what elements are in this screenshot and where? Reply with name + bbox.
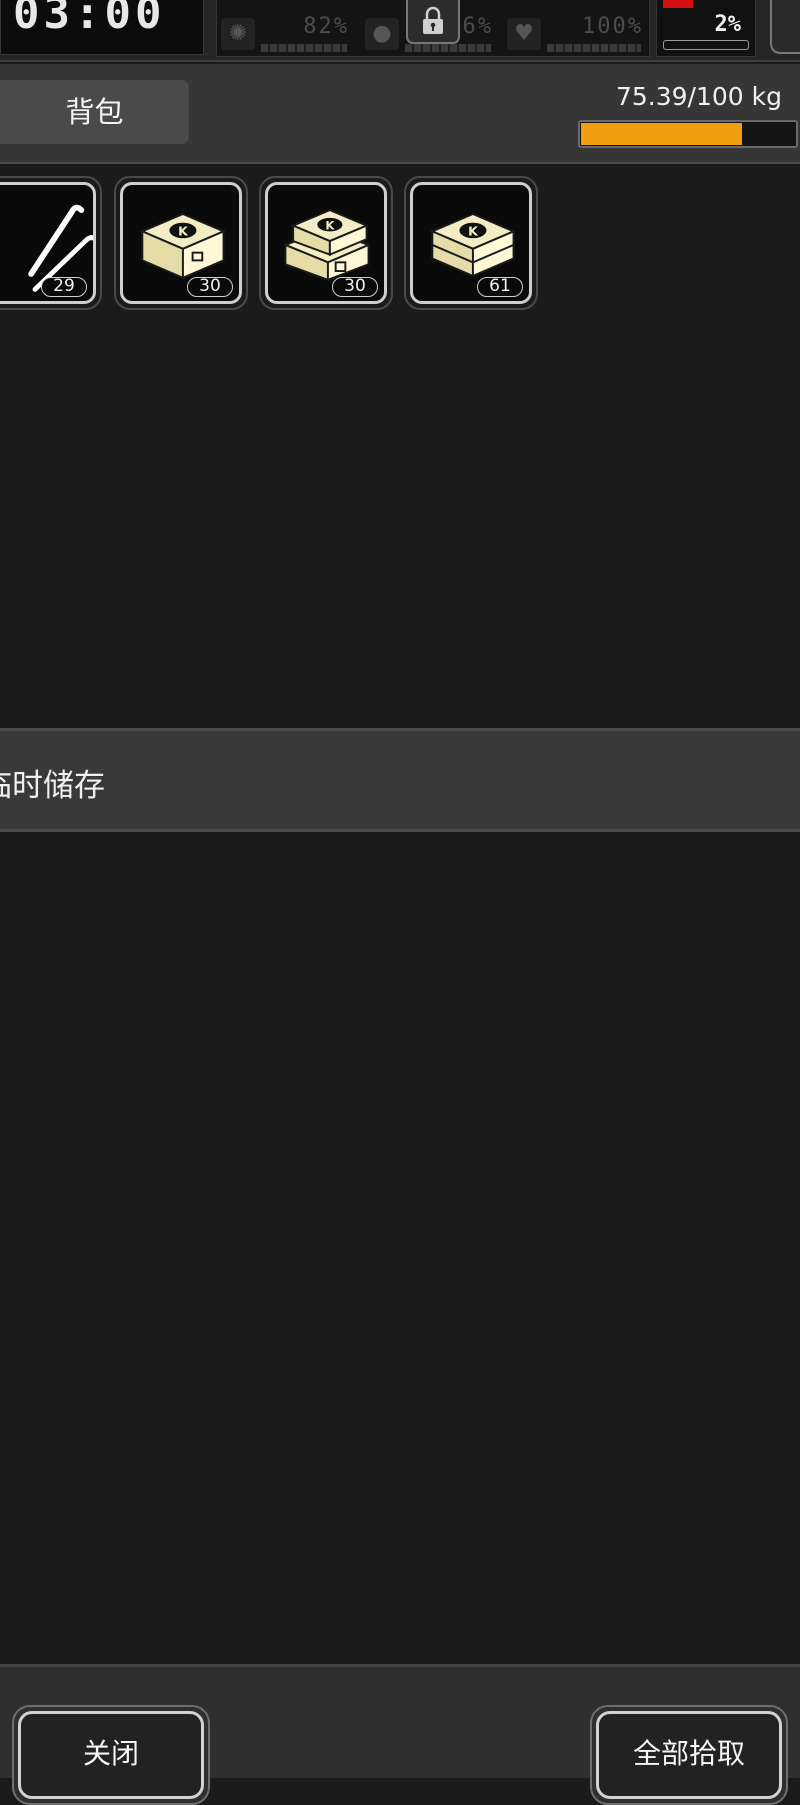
stat-value: 6% — [462, 14, 493, 39]
backpack-item-grid: 29 K 30 K 30 K 61 — [0, 164, 800, 728]
clock-text: 03:00 — [13, 0, 166, 39]
footer-bar: 关闭 全部拾取 — [0, 1664, 800, 1805]
stat-bar — [547, 44, 641, 52]
stat-bar — [405, 44, 491, 52]
stat-value: 82% — [303, 14, 349, 39]
clock-display: 03:00 — [0, 0, 204, 55]
item-slot[interactable]: K 61 — [404, 176, 538, 310]
item-slot[interactable]: 29 — [0, 176, 102, 310]
svg-text:K: K — [178, 223, 189, 238]
water-drop-icon: ● — [365, 18, 399, 50]
right-status-panel: 2% — [656, 0, 756, 57]
close-button[interactable]: 关闭 — [12, 1705, 210, 1805]
stat-sanity: ✺ 82% — [221, 14, 351, 52]
stat-bar — [261, 44, 347, 52]
item-slot[interactable]: K 30 — [114, 176, 248, 310]
menu-button[interactable] — [770, 0, 800, 54]
item-frame: K 61 — [410, 182, 532, 304]
pickup-all-button[interactable]: 全部拾取 — [590, 1705, 788, 1805]
svg-text:K: K — [325, 218, 335, 232]
lock-button[interactable] — [406, 0, 460, 44]
storage-header: 临时储存 — [0, 728, 800, 832]
weight-bar-fill — [581, 123, 742, 145]
brain-icon: ✺ — [221, 18, 255, 50]
alert-indicator — [663, 0, 693, 8]
backpack-header: 背包 75.39/100 kg — [0, 64, 800, 164]
svg-text:K: K — [468, 223, 479, 238]
item-count: 30 — [187, 277, 233, 297]
item-frame: 29 — [0, 182, 96, 304]
stat-value: 100% — [582, 14, 643, 39]
right-status-value: 2% — [714, 12, 742, 37]
backpack-tab[interactable]: 背包 — [0, 80, 189, 144]
storage-title: 临时储存 — [0, 768, 105, 804]
item-frame: K 30 — [265, 182, 387, 304]
item-frame: K 30 — [120, 182, 242, 304]
close-button-label: 关闭 — [18, 1711, 204, 1799]
item-slot[interactable]: K 30 — [259, 176, 393, 310]
storage-item-grid — [0, 832, 800, 1664]
pickup-all-button-label: 全部拾取 — [596, 1711, 782, 1799]
status-bar: 03:00 ✺ 82% ● 6% ♥ 100% 2% — [0, 0, 800, 62]
heart-icon: ♥ — [507, 18, 541, 50]
item-count: 30 — [332, 277, 378, 297]
padlock-icon — [420, 6, 446, 42]
weight-text: 75.39/100 kg — [615, 82, 782, 111]
item-count: 61 — [477, 277, 523, 297]
right-status-bar — [663, 40, 749, 50]
stat-health: ♥ 100% — [507, 14, 645, 52]
item-count: 29 — [41, 277, 87, 297]
weight-bar — [578, 120, 798, 148]
